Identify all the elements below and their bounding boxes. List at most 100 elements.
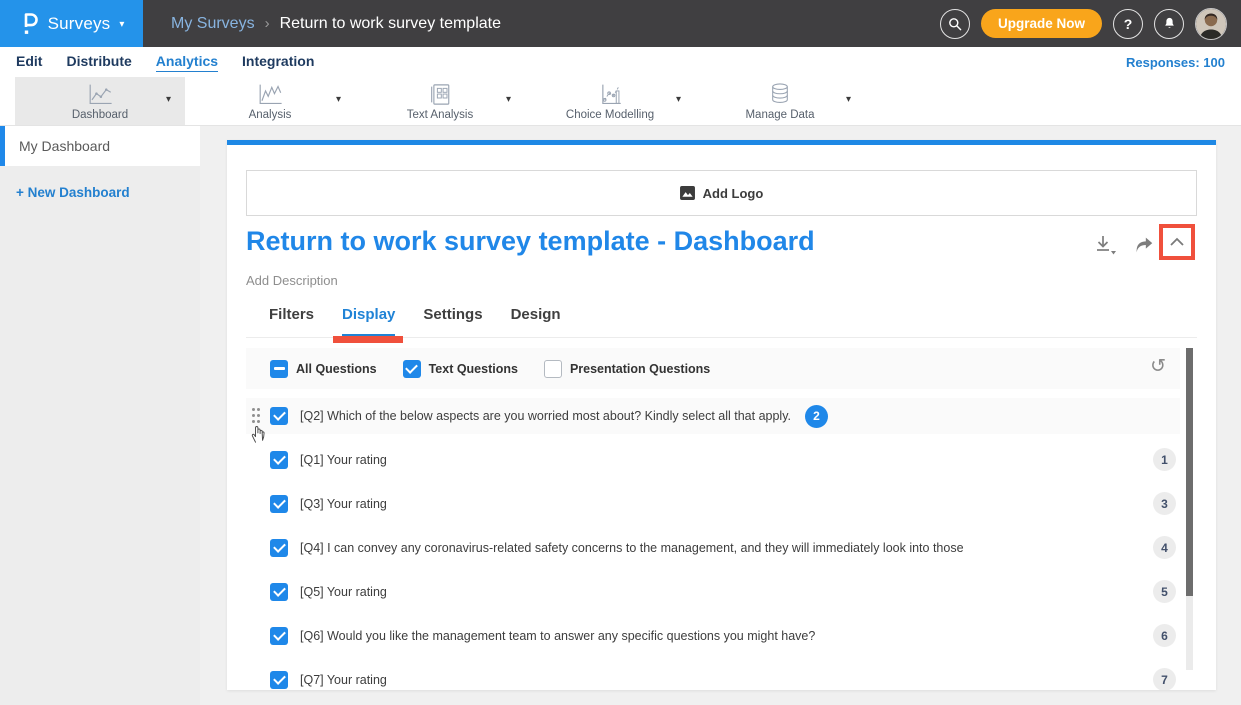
- filter-checkbox[interactable]: [270, 360, 288, 378]
- help-button[interactable]: ?: [1113, 9, 1143, 39]
- toolbar-item-choice-modelling[interactable]: Choice Modelling ▾: [525, 77, 695, 125]
- toolbar-item-text-analysis[interactable]: Text Analysis ▾: [355, 77, 525, 125]
- text-grid-icon: [426, 81, 454, 107]
- breadcrumb: My Surveys › Return to work survey templ…: [171, 15, 501, 33]
- toolbar-label: Manage Data: [745, 109, 814, 121]
- dashboard-tabs: Filters Display Settings Design: [269, 306, 561, 336]
- toolbar-label: Analysis: [249, 109, 292, 121]
- add-description-button[interactable]: Add Description: [246, 273, 338, 288]
- chevron-down-icon[interactable]: ▾: [676, 94, 681, 105]
- breadcrumb-separator-icon: ›: [265, 15, 270, 32]
- download-report-button[interactable]: [1093, 234, 1117, 259]
- analytics-toolbar: Dashboard ▾ Analysis ▾: [0, 77, 1241, 126]
- question-number-badge: 5: [1153, 580, 1176, 603]
- sidebar-item-my-dashboard[interactable]: My Dashboard: [0, 126, 200, 166]
- new-dashboard-button[interactable]: + New Dashboard: [16, 185, 200, 200]
- user-avatar[interactable]: [1195, 8, 1227, 40]
- question-label: [Q7] Your rating: [300, 673, 387, 687]
- question-checkbox[interactable]: [270, 627, 288, 645]
- nav-item-analytics[interactable]: Analytics: [156, 53, 218, 72]
- nav-item-edit[interactable]: Edit: [16, 53, 42, 71]
- question-row[interactable]: [Q5] Your rating 5: [246, 574, 1180, 610]
- question-row[interactable]: [Q2] Which of the below aspects are you …: [246, 398, 1180, 434]
- annotation-red-box: [1159, 224, 1195, 260]
- toolbar-item-manage-data[interactable]: Manage Data ▾: [695, 77, 865, 125]
- scrollbar-track[interactable]: [1186, 348, 1193, 670]
- scrollbar-thumb[interactable]: [1186, 348, 1193, 596]
- chevron-up-icon: [1169, 236, 1185, 248]
- question-row[interactable]: [Q1] Your rating 1: [246, 442, 1180, 478]
- app-switcher[interactable]: Surveys ▾: [0, 0, 143, 47]
- filter-label: All Questions: [296, 362, 377, 376]
- top-header-bar: Surveys ▾ My Surveys › Return to work su…: [0, 0, 1241, 47]
- tab-settings[interactable]: Settings: [423, 306, 482, 336]
- chevron-down-icon[interactable]: ▾: [846, 94, 851, 105]
- question-label: [Q5] Your rating: [300, 585, 387, 599]
- reset-order-button[interactable]: ↺: [1150, 355, 1166, 377]
- survey-section-nav: Edit Distribute Analytics Integration Re…: [0, 47, 1241, 77]
- filter-checkbox-item[interactable]: All Questions: [270, 360, 377, 378]
- app-window: Surveys ▾ My Surveys › Return to work su…: [0, 0, 1241, 705]
- questionpro-logo-icon: [19, 11, 39, 37]
- chevron-down-icon[interactable]: ▾: [506, 94, 511, 105]
- page-body: My Dashboard + New Dashboard Add Logo Re…: [0, 126, 1241, 705]
- tab-display[interactable]: Display: [342, 306, 395, 336]
- annotation-red-underline: [333, 336, 403, 343]
- question-number-badge: 7: [1153, 668, 1176, 690]
- question-checkbox[interactable]: [270, 495, 288, 513]
- line-chart-icon: [85, 81, 115, 107]
- question-number-badge: 6: [1153, 624, 1176, 647]
- question-checkbox[interactable]: [270, 583, 288, 601]
- question-checkbox[interactable]: [270, 407, 288, 425]
- question-label: [Q2] Which of the below aspects are you …: [300, 409, 791, 423]
- toolbar-item-analysis[interactable]: Analysis ▾: [185, 77, 355, 125]
- nav-item-integration[interactable]: Integration: [242, 53, 314, 71]
- filter-checkbox-item[interactable]: Presentation Questions: [544, 360, 710, 378]
- chevron-down-icon[interactable]: ▾: [166, 94, 171, 105]
- tab-filters[interactable]: Filters: [269, 306, 314, 336]
- question-row[interactable]: [Q4] I can convey any coronavirus-relate…: [246, 530, 1180, 566]
- question-row[interactable]: [Q6] Would you like the management team …: [246, 618, 1180, 654]
- question-row[interactable]: [Q3] Your rating 3: [246, 486, 1180, 522]
- toolbar-item-dashboard[interactable]: Dashboard ▾: [15, 77, 185, 125]
- collapse-header-button[interactable]: [1163, 228, 1191, 256]
- search-button[interactable]: [940, 9, 970, 39]
- question-checkbox[interactable]: [270, 539, 288, 557]
- dashboard-sidebar: My Dashboard + New Dashboard: [0, 126, 200, 705]
- bell-icon: [1162, 16, 1177, 31]
- download-icon: [1093, 234, 1117, 256]
- question-number-badge: 3: [1153, 492, 1176, 515]
- add-logo-label: Add Logo: [703, 186, 764, 201]
- chevron-down-icon: ▾: [119, 19, 124, 30]
- zigzag-chart-icon: [255, 81, 285, 107]
- share-button[interactable]: [1133, 234, 1155, 259]
- breadcrumb-current-survey: Return to work survey template: [280, 15, 501, 33]
- filter-checkbox[interactable]: [544, 360, 562, 378]
- header-actions: Upgrade Now ?: [940, 8, 1241, 40]
- responses-count: Responses: 100: [1126, 55, 1225, 70]
- tab-design[interactable]: Design: [511, 306, 561, 336]
- question-label: [Q6] Would you like the management team …: [300, 629, 815, 643]
- filter-checkbox-item[interactable]: Text Questions: [403, 360, 518, 378]
- question-checkbox[interactable]: [270, 671, 288, 689]
- drag-handle-icon[interactable]: [251, 407, 261, 425]
- filter-label: Presentation Questions: [570, 362, 710, 376]
- question-label: [Q1] Your rating: [300, 453, 387, 467]
- filter-checkbox[interactable]: [403, 360, 421, 378]
- breadcrumb-my-surveys[interactable]: My Surveys: [171, 15, 255, 33]
- add-logo-button[interactable]: Add Logo: [246, 170, 1197, 216]
- question-row[interactable]: [Q7] Your rating 7: [246, 662, 1180, 690]
- question-label: [Q4] I can convey any coronavirus-relate…: [300, 541, 964, 555]
- nav-item-distribute[interactable]: Distribute: [66, 53, 131, 71]
- question-number-badge: 1: [1153, 448, 1176, 471]
- question-checkbox[interactable]: [270, 451, 288, 469]
- upgrade-now-button[interactable]: Upgrade Now: [981, 9, 1102, 38]
- question-number-badge: 4: [1153, 536, 1176, 559]
- question-label: [Q3] Your rating: [300, 497, 387, 511]
- scatter-chart-icon: [595, 81, 625, 107]
- toolbar-label: Dashboard: [72, 109, 128, 121]
- chevron-down-icon[interactable]: ▾: [336, 94, 341, 105]
- toolbar-label: Text Analysis: [407, 109, 473, 121]
- image-icon: [680, 186, 695, 200]
- notifications-button[interactable]: [1154, 9, 1184, 39]
